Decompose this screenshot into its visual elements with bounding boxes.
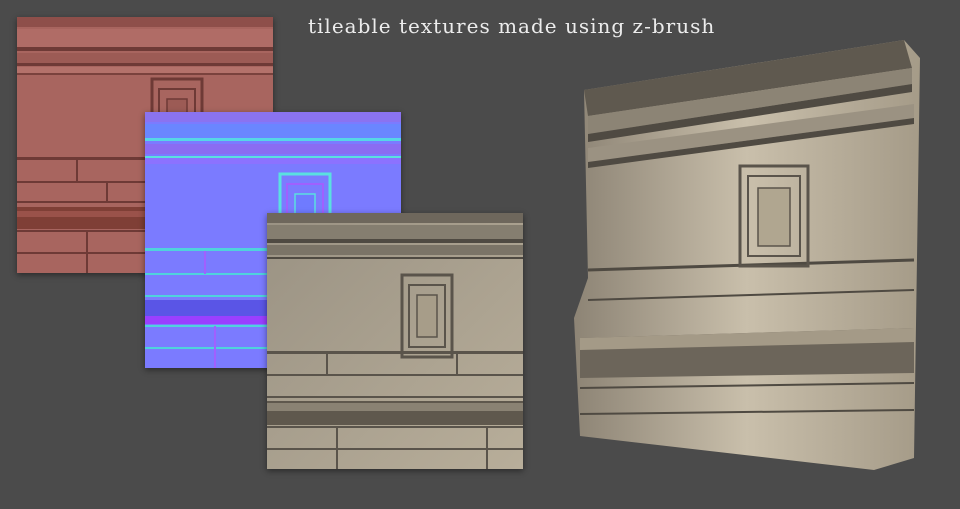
page-title: tileable textures made using z-brush — [308, 14, 716, 38]
diffuse-texture-image — [267, 213, 523, 469]
wall-3d-preview-image — [574, 38, 920, 470]
